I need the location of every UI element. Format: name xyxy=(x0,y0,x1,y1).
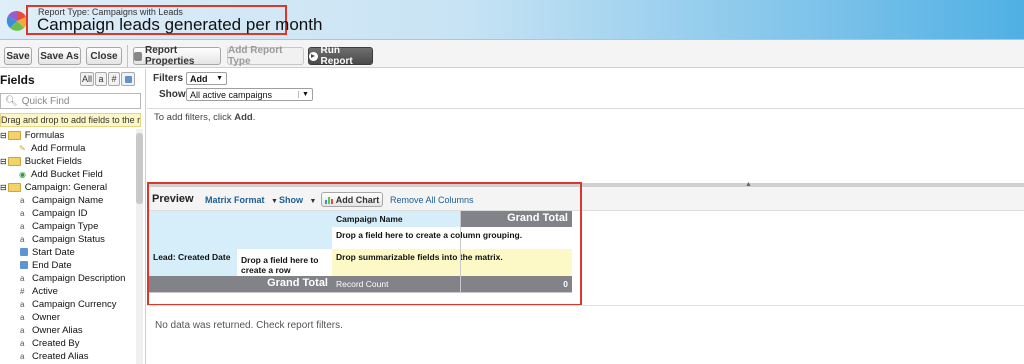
quick-find-placeholder: Quick Find xyxy=(21,95,70,107)
item-label: Campaign ID xyxy=(32,207,88,219)
date-field-icon xyxy=(20,248,28,256)
field-item[interactable]: a Campaign Status xyxy=(20,233,105,245)
fields-title: Fields xyxy=(0,73,35,87)
item-label: Add Formula xyxy=(31,142,86,154)
add-formula-item[interactable]: ✎ Add Formula xyxy=(19,142,85,154)
run-report-label: Run Report xyxy=(320,45,353,67)
text-field-icon: a xyxy=(20,195,25,205)
item-label: Campaign Name xyxy=(32,194,104,206)
field-item[interactable]: a Campaign ID xyxy=(20,207,87,219)
text-field-icon: a xyxy=(20,234,25,244)
properties-icon xyxy=(134,51,142,61)
folder-icon xyxy=(7,130,21,140)
field-item[interactable]: a Campaign Name xyxy=(20,194,103,206)
item-label: Start Date xyxy=(32,246,75,258)
text-field-icon: a xyxy=(20,299,25,309)
filters-divider xyxy=(147,108,1024,109)
chevron-down-icon: ▼ xyxy=(298,91,312,98)
toolbar-divider xyxy=(127,45,128,67)
add-report-type-button[interactable]: Add Report Type xyxy=(227,45,304,67)
text-field-icon: a xyxy=(20,351,25,361)
field-item[interactable]: a Created By xyxy=(20,337,80,349)
item-label: Created Alias xyxy=(32,350,89,362)
filters-hint-prefix: To add filters, click xyxy=(154,112,235,123)
add-filter-label: Add xyxy=(190,73,208,84)
show-label: Show xyxy=(159,89,186,100)
filters-panel xyxy=(147,69,1024,185)
field-item[interactable]: Start Date xyxy=(20,246,75,258)
field-item[interactable]: a Campaign Currency xyxy=(20,298,116,310)
item-label: Active xyxy=(32,285,58,297)
bucket-icon: ◉ xyxy=(19,169,26,179)
sidebar-scrollbar-thumb[interactable] xyxy=(136,133,143,204)
item-label: Campaign Type xyxy=(32,220,99,232)
text-field-icon: a xyxy=(20,208,25,218)
close-button[interactable]: Close xyxy=(86,47,122,65)
filter-all-button[interactable]: All xyxy=(80,72,94,86)
text-field-icon: a xyxy=(20,325,25,335)
report-properties-button[interactable]: Report Properties xyxy=(133,45,221,67)
run-report-button[interactable]: Run Report xyxy=(308,45,373,67)
filters-title: Filters xyxy=(153,73,184,84)
search-icon: 🔍︎ xyxy=(5,95,18,107)
report-properties-label: Report Properties xyxy=(144,45,195,67)
item-label: Owner xyxy=(32,311,60,323)
quick-find-input[interactable]: 🔍︎ Quick Find xyxy=(0,93,141,109)
folder-bucket-fields[interactable]: ⊟ Bucket Fields xyxy=(0,155,82,167)
folder-label: Campaign: General xyxy=(24,181,108,193)
save-as-button[interactable]: Save As xyxy=(38,47,81,65)
collapse-icon: ⊟ xyxy=(0,156,7,166)
folder-campaign-general[interactable]: ⊟ Campaign: General xyxy=(0,181,107,193)
item-label: Owner Alias xyxy=(32,324,83,336)
report-logo-icon xyxy=(6,10,27,31)
filters-hint-link: Add xyxy=(234,112,253,123)
folder-formulas[interactable]: ⊟ Formulas xyxy=(0,129,64,141)
field-item[interactable]: # Active xyxy=(20,285,58,297)
chevron-down-icon: ▼ xyxy=(216,75,223,82)
field-item[interactable]: a Owner Alias xyxy=(20,324,83,336)
item-label: Campaign Status xyxy=(32,233,105,245)
preview-divider xyxy=(147,305,1024,306)
item-label: Campaign Description xyxy=(32,272,126,284)
filters-hint-suffix: . xyxy=(252,112,256,123)
collapse-icon: ⊟ xyxy=(0,130,7,140)
text-field-icon: a xyxy=(20,312,25,322)
add-bucket-field-item[interactable]: ◉ Add Bucket Field xyxy=(19,168,103,180)
filter-text-button[interactable]: a xyxy=(95,72,107,86)
calendar-icon xyxy=(124,75,132,83)
text-field-icon: a xyxy=(20,273,25,283)
item-label: Add Bucket Field xyxy=(31,168,103,180)
field-item[interactable]: a Owner xyxy=(20,311,60,323)
page-title: Campaign leads generated per month xyxy=(37,15,323,34)
item-label: Created By xyxy=(32,337,80,349)
number-field-icon: # xyxy=(20,286,25,296)
collapse-icon: ⊟ xyxy=(0,182,7,192)
run-icon xyxy=(309,51,318,61)
field-item[interactable]: a Campaign Description xyxy=(20,272,125,284)
formula-icon: ✎ xyxy=(19,143,26,153)
date-field-icon xyxy=(20,261,28,269)
show-select[interactable]: All active campaigns ▼ xyxy=(186,88,313,101)
show-select-value: All active campaigns xyxy=(190,89,273,100)
field-item[interactable]: End Date xyxy=(20,259,72,271)
item-label: Campaign Currency xyxy=(32,298,117,310)
text-field-icon: a xyxy=(20,221,25,231)
field-item[interactable]: a Campaign Type xyxy=(20,220,98,232)
no-data-message: No data was returned. Check report filte… xyxy=(155,320,343,331)
folder-label: Bucket Fields xyxy=(24,155,82,167)
add-filter-dropdown[interactable]: Add ▼ xyxy=(186,72,227,85)
drag-hint: Drag and drop to add fields to the repor… xyxy=(0,113,141,127)
filter-number-button[interactable]: # xyxy=(108,72,120,86)
text-field-icon: a xyxy=(20,338,25,348)
folder-icon xyxy=(7,182,21,192)
filters-hint: To add filters, click Add. xyxy=(154,112,255,123)
item-label: End Date xyxy=(32,259,72,271)
filter-date-button[interactable] xyxy=(121,72,135,86)
field-item[interactable]: a Created Alias xyxy=(20,350,89,362)
save-button[interactable]: Save xyxy=(4,47,32,65)
folder-label: Formulas xyxy=(24,129,65,141)
preview-highlight xyxy=(147,182,582,306)
folder-icon xyxy=(7,156,21,166)
